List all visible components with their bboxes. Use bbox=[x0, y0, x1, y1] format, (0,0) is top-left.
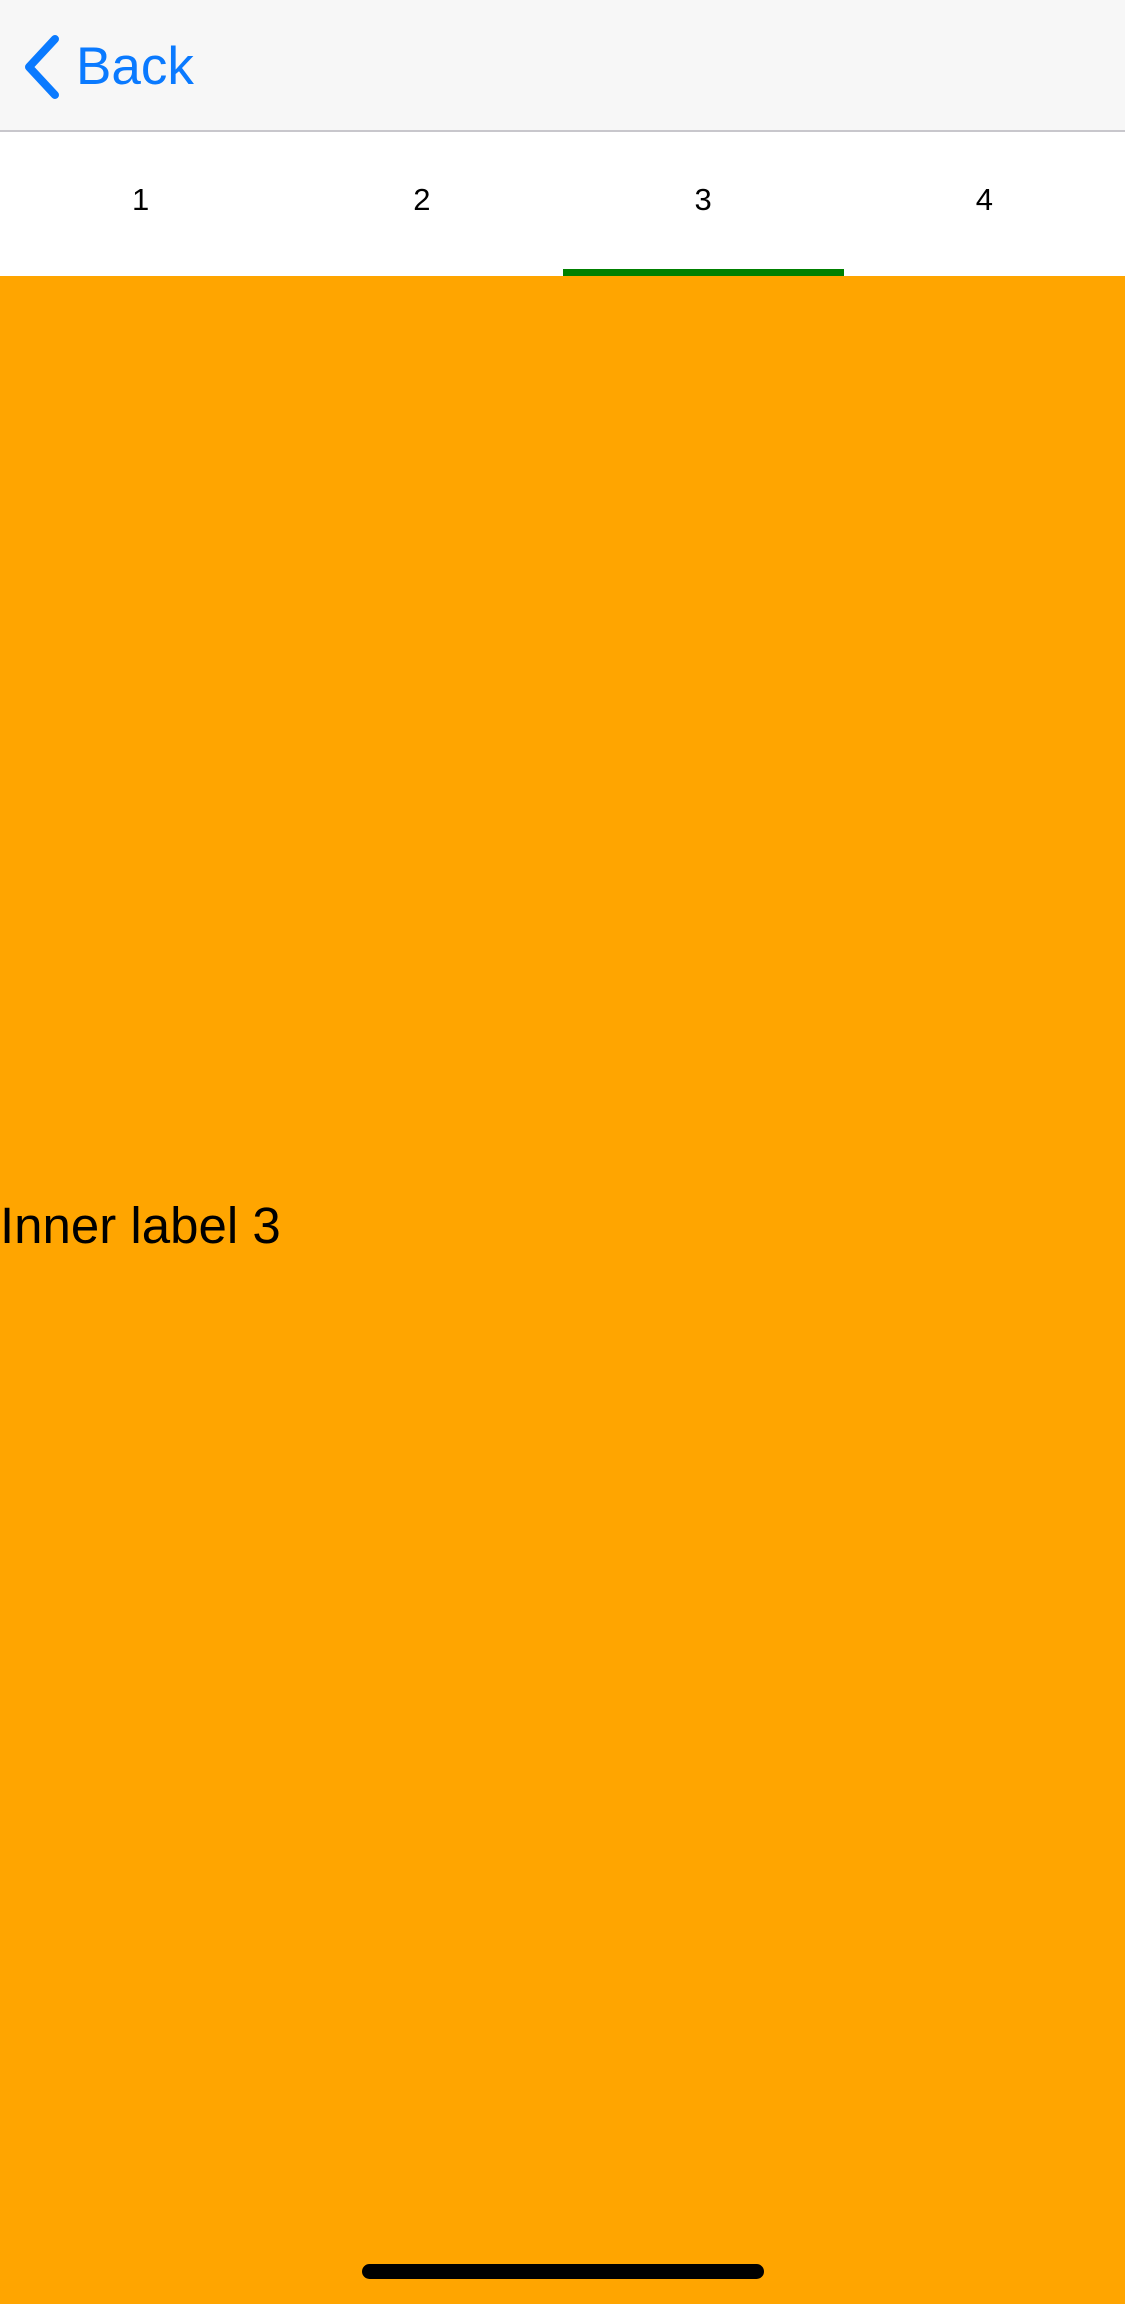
tab-indicator bbox=[281, 269, 562, 276]
tab-label: 2 bbox=[413, 182, 431, 217]
page-content: Inner label 3 bbox=[0, 276, 1125, 2304]
inner-label: Inner label 3 bbox=[0, 1197, 281, 1254]
tab-1[interactable]: 1 bbox=[0, 132, 281, 276]
tab-indicator bbox=[844, 269, 1125, 276]
tab-3[interactable]: 3 bbox=[562, 132, 844, 276]
tab-label: 1 bbox=[132, 182, 150, 217]
screen: Back 1 2 3 4 Inner label 3 bbox=[0, 0, 1125, 2304]
tab-indicator bbox=[562, 269, 844, 276]
tab-2[interactable]: 2 bbox=[281, 132, 562, 276]
chevron-left-icon bbox=[25, 35, 59, 99]
tab-label: 4 bbox=[975, 182, 993, 217]
back-button[interactable]: Back bbox=[22, 32, 194, 102]
tab-4[interactable]: 4 bbox=[844, 132, 1125, 276]
tab-label: 3 bbox=[694, 182, 712, 217]
tab-bar: 1 2 3 4 bbox=[0, 132, 1125, 276]
home-indicator[interactable] bbox=[362, 2264, 764, 2279]
tab-indicator bbox=[0, 269, 281, 276]
back-label: Back bbox=[76, 37, 194, 96]
navigation-bar: Back bbox=[0, 0, 1125, 132]
